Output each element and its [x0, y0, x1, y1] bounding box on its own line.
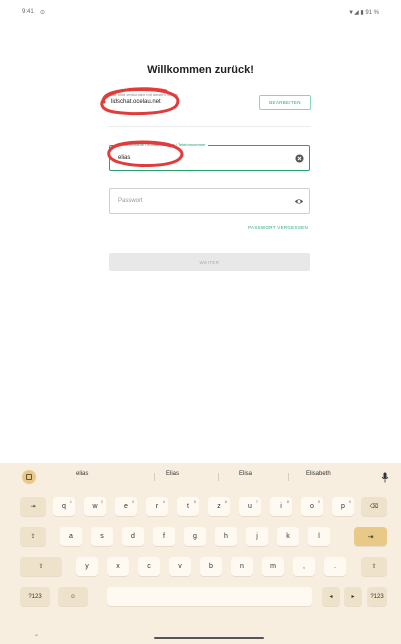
forgot-password-link[interactable]: PASSWORT VERGESSEN: [248, 225, 308, 230]
edit-server-button[interactable]: BEARBEITEN: [259, 95, 311, 110]
key-d[interactable]: d: [122, 527, 144, 546]
server-address: lidschat.ocelau.net: [111, 99, 161, 105]
eye-icon[interactable]: [294, 197, 304, 206]
hide-keyboard-icon[interactable]: ⌄: [34, 631, 39, 638]
key-hint: 5: [193, 499, 196, 504]
key-hint: 0: [348, 499, 351, 504]
symbols-key-right[interactable]: ?123: [367, 587, 387, 606]
key-u[interactable]: u7: [239, 497, 261, 516]
symbols-key[interactable]: ?123: [20, 587, 50, 606]
tab-key[interactable]: ⇥: [20, 497, 46, 516]
key-hint: 9: [317, 499, 320, 504]
cursor-right-key[interactable]: ▸: [344, 587, 362, 606]
suggestion-divider: [288, 473, 289, 481]
key-y[interactable]: y: [76, 557, 98, 576]
key-j[interactable]: j: [246, 527, 268, 546]
suggestion-bar: elias Elias Elisa Elisabeth: [0, 463, 401, 489]
home-gesture-handle[interactable]: [154, 637, 264, 639]
key-hint: 4: [162, 499, 165, 504]
caps-lock-key[interactable]: ⇪: [20, 527, 46, 546]
key-letter: p: [341, 503, 345, 510]
suggestion-item[interactable]: elias: [76, 471, 88, 477]
key-b[interactable]: b: [200, 557, 222, 576]
key-r[interactable]: r4: [146, 497, 168, 516]
key-s[interactable]: s: [91, 527, 113, 546]
key-hint: 8: [286, 499, 289, 504]
key-q[interactable]: q1: [53, 497, 75, 516]
clear-circle-icon[interactable]: [295, 154, 304, 163]
username-label: Benutzername / E-Mail-Adresse / Telefonn…: [116, 142, 208, 147]
keyboard-menu-icon[interactable]: [22, 470, 36, 484]
username-value[interactable]: elias: [118, 155, 130, 161]
backspace-key[interactable]: ⌫: [361, 497, 387, 516]
navigation-bar: ⌄: [0, 626, 401, 644]
key-letter: e: [124, 503, 128, 510]
key-letter: u: [248, 503, 252, 510]
key-letter: z: [217, 503, 221, 510]
status-icons: ▼◢ ▮ 91 %: [348, 10, 379, 16]
cursor-left-key[interactable]: ◂: [322, 587, 340, 606]
password-field[interactable]: Passwort: [109, 188, 310, 214]
key-m[interactable]: m: [262, 557, 284, 576]
microphone-icon[interactable]: [381, 472, 389, 483]
key-e[interactable]: e3: [115, 497, 137, 516]
shift-key-right[interactable]: ⇧: [361, 557, 387, 576]
key-k[interactable]: k: [277, 527, 299, 546]
suggestion-item[interactable]: Elias: [166, 471, 179, 477]
soft-keyboard: elias Elias Elisa Elisabeth ⇥ q1 w2 e3 r…: [0, 463, 401, 644]
status-bar: 9:41 ⊙ ▼◢ ▮ 91 %: [0, 0, 401, 22]
emoji-key[interactable]: ☺: [58, 587, 88, 606]
status-time: 9:41: [22, 9, 34, 15]
key-letter: q: [62, 503, 66, 510]
status-indicator-icon: ⊙: [40, 10, 46, 16]
key-h[interactable]: h: [215, 527, 237, 546]
key-t[interactable]: t5: [177, 497, 199, 516]
key-letter: r: [155, 503, 159, 510]
key-o[interactable]: o9: [301, 497, 323, 516]
suggestion-divider: [218, 473, 219, 481]
key-i[interactable]: i8: [270, 497, 292, 516]
key-hint: 7: [255, 499, 258, 504]
key-letter: w: [92, 503, 98, 510]
key-w[interactable]: w2: [84, 497, 106, 516]
server-info: Sie sind verbunden mit diesem Server lid…: [108, 88, 311, 118]
key-period[interactable]: .: [324, 557, 346, 576]
key-z[interactable]: z6: [208, 497, 230, 516]
key-l[interactable]: l: [308, 527, 330, 546]
key-letter: o: [310, 503, 314, 510]
key-hint: 3: [131, 499, 134, 504]
key-n[interactable]: n: [231, 557, 253, 576]
key-letter: t: [187, 503, 189, 510]
key-f[interactable]: f: [153, 527, 175, 546]
space-bar[interactable]: [107, 587, 312, 606]
key-hint: 6: [224, 499, 227, 504]
key-c[interactable]: c: [138, 557, 160, 576]
key-comma[interactable]: ,: [293, 557, 315, 576]
key-a[interactable]: a: [60, 527, 82, 546]
key-g[interactable]: g: [184, 527, 206, 546]
enter-key[interactable]: ⇥: [354, 527, 387, 546]
key-p[interactable]: p0: [332, 497, 354, 516]
next-button[interactable]: WEITER: [109, 253, 310, 271]
suggestion-divider: [154, 473, 155, 481]
page-title: Willkommen zurück!: [147, 64, 254, 76]
key-x[interactable]: x: [107, 557, 129, 576]
suggestion-item[interactable]: Elisa: [239, 471, 252, 477]
key-v[interactable]: v: [169, 557, 191, 576]
key-letter: i: [280, 503, 282, 510]
key-hint: 2: [100, 499, 103, 504]
password-placeholder: Passwort: [118, 198, 143, 204]
server-hint: Sie sind verbunden mit diesem Server: [111, 92, 179, 97]
suggestion-item[interactable]: Elisabeth: [306, 471, 331, 477]
shift-key-left[interactable]: ⇧: [20, 557, 62, 576]
username-field[interactable]: Benutzername / E-Mail-Adresse / Telefonn…: [109, 142, 310, 171]
key-hint: 1: [69, 499, 72, 504]
divider: [108, 126, 311, 127]
